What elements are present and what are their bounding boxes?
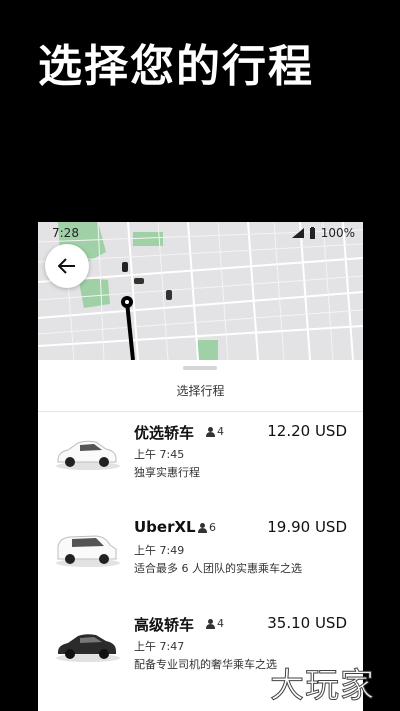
person-icon <box>198 522 207 533</box>
ride-price: 35.10 USD <box>267 614 347 632</box>
ride-name: 高级轿车 <box>134 616 195 634</box>
arrow-left-icon <box>58 258 75 274</box>
ride-arrival-time: 上午 7:47 <box>134 640 185 653</box>
person-icon <box>206 426 215 437</box>
sheet-drag-handle[interactable] <box>183 366 217 370</box>
sheet-title: 选择行程 <box>176 384 225 398</box>
seat-count-value: 4 <box>217 425 224 438</box>
ride-name: 优选轿车 <box>134 424 195 442</box>
suv-car-icon <box>56 535 120 567</box>
seat-count: 6 <box>198 521 216 534</box>
ride-name: UberXL <box>134 518 196 536</box>
ride-arrival-time: 上午 7:49 <box>134 544 185 557</box>
ride-arrival-time: 上午 7:45 <box>134 448 185 461</box>
phone-screen: 7:28 100% 选择行程 优选轿车 4 12.20 USD 上午 7:45 … <box>38 222 363 711</box>
seat-count-value: 4 <box>217 617 224 630</box>
ride-description: 配备专业司机的奢华乘车之选 <box>134 658 277 671</box>
battery-percent: 100% <box>320 226 355 240</box>
signal-icon <box>291 228 304 238</box>
premium-sedan-icon <box>56 634 120 662</box>
map-view[interactable]: 7:28 100% <box>38 222 363 360</box>
back-button[interactable] <box>45 244 89 288</box>
person-icon <box>206 618 215 629</box>
ride-description: 适合最多 6 人团队的实惠乘车之选 <box>134 562 302 575</box>
battery-icon <box>309 227 315 239</box>
seat-count-value: 6 <box>209 521 216 534</box>
promo-title: 选择您的行程 <box>38 41 314 92</box>
status-bar: 7:28 100% <box>38 222 363 244</box>
seat-count: 4 <box>206 425 224 438</box>
watermark: 大玩家 <box>270 666 375 707</box>
ride-description: 独享实惠行程 <box>134 466 200 479</box>
ride-price: 12.20 USD <box>267 422 347 440</box>
ride-option-comfort[interactable]: 优选轿车 4 12.20 USD 上午 7:45 独享实惠行程 <box>38 412 363 504</box>
seat-count: 4 <box>206 617 224 630</box>
sedan-car-icon <box>56 440 120 470</box>
status-time: 7:28 <box>52 226 79 240</box>
ride-price: 19.90 USD <box>267 518 347 536</box>
ride-option-uberxl[interactable]: UberXL 6 19.90 USD 上午 7:49 适合最多 6 人团队的实惠… <box>38 508 363 600</box>
